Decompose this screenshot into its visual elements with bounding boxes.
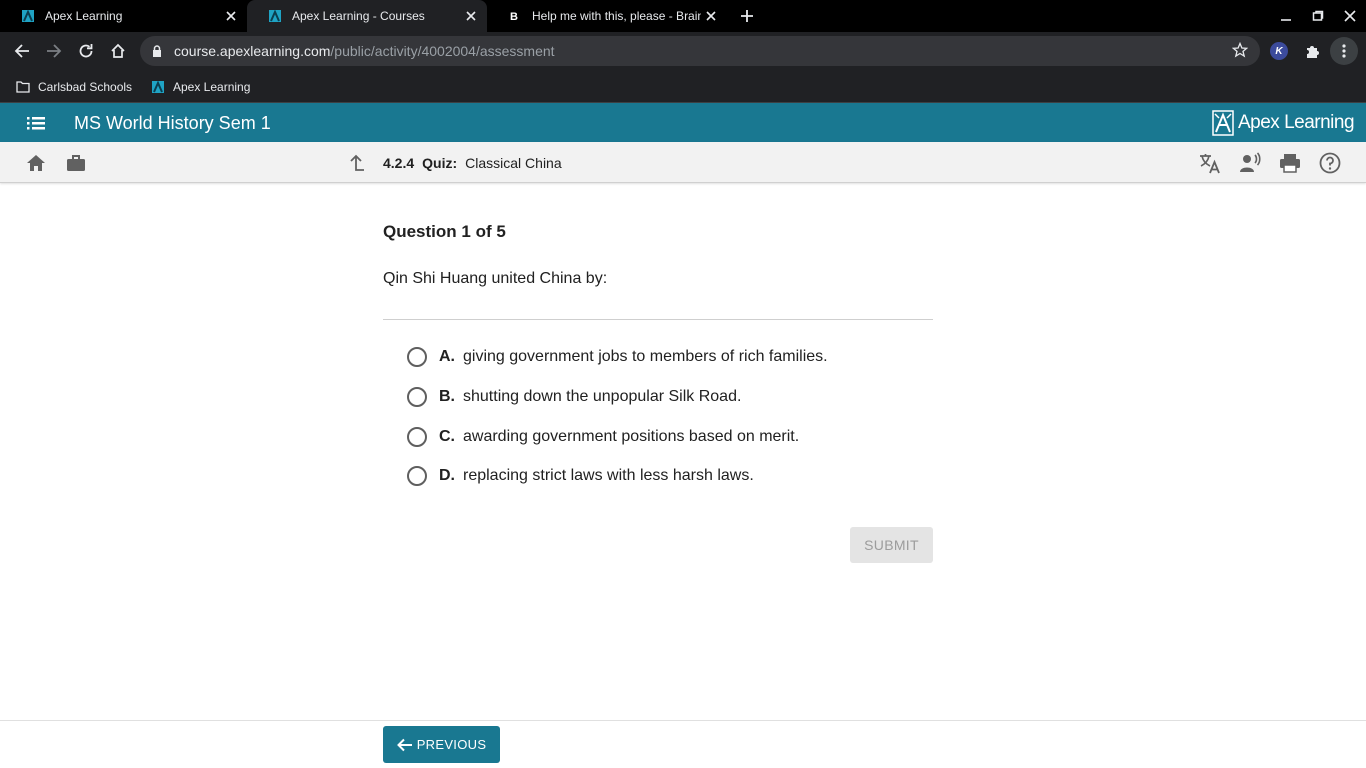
- apex-favicon-icon: [20, 8, 36, 24]
- radio-button[interactable]: [407, 466, 427, 486]
- back-arrow-icon[interactable]: [8, 37, 36, 65]
- apex-favicon-icon: [267, 8, 283, 24]
- address-bar[interactable]: course.apexlearning.com/public/activity/…: [140, 36, 1260, 66]
- tab-apex-learning[interactable]: Apex Learning: [0, 0, 247, 32]
- extensions-puzzle-icon[interactable]: [1298, 37, 1326, 65]
- radio-button[interactable]: [407, 387, 427, 407]
- briefcase-icon[interactable]: [65, 152, 87, 174]
- bookmarks-bar: Carlsbad Schools Apex Learning: [0, 70, 1366, 103]
- activity-number: 4.2.4: [383, 155, 415, 171]
- lock-icon: [152, 45, 166, 57]
- question-counter: Question 1 of 5: [383, 222, 506, 241]
- option-letter: A.: [439, 348, 455, 365]
- apex-learning-logo: Apex Learning: [1212, 110, 1355, 136]
- browser-menu-icon[interactable]: [1330, 37, 1358, 65]
- translate-icon[interactable]: [1199, 152, 1221, 174]
- new-tab-icon[interactable]: [737, 6, 757, 26]
- print-icon[interactable]: [1279, 152, 1301, 174]
- brand-name: Apex Learning: [1238, 112, 1355, 133]
- tab-close-icon[interactable]: [461, 6, 481, 26]
- answer-option-a[interactable]: A. giving government jobs to members of …: [407, 345, 828, 369]
- activity-title: Classical China: [465, 155, 562, 171]
- tab-apex-courses[interactable]: Apex Learning - Courses: [247, 0, 487, 32]
- up-arrow-icon[interactable]: [347, 152, 369, 174]
- question-text: Qin Shi Huang united China by:: [383, 270, 608, 287]
- browser-toolbar: course.apexlearning.com/public/activity/…: [0, 32, 1366, 70]
- activity-toolbar: 4.2.4 Quiz: Classical China: [0, 142, 1366, 183]
- previous-button[interactable]: PREVIOUS: [383, 726, 500, 763]
- text-to-speech-icon[interactable]: [1239, 152, 1261, 174]
- answer-option-c[interactable]: C. awarding government positions based o…: [407, 425, 799, 449]
- apex-logo-icon: [1212, 110, 1234, 136]
- help-icon[interactable]: [1319, 152, 1341, 174]
- home-icon[interactable]: [25, 152, 47, 174]
- bookmark-label: Carlsbad Schools: [38, 80, 133, 94]
- bookmark-apex-learning[interactable]: Apex Learning: [150, 77, 250, 97]
- forward-arrow-icon[interactable]: [40, 37, 68, 65]
- brainly-favicon-icon: B: [507, 8, 523, 24]
- tab-title: Apex Learning: [45, 9, 123, 23]
- activity-kind: Quiz:: [422, 155, 458, 171]
- option-letter: C.: [439, 428, 455, 445]
- option-text: awarding government positions based on m…: [463, 428, 800, 445]
- bookmark-star-icon[interactable]: [1231, 41, 1249, 61]
- tab-title: Apex Learning - Courses: [292, 9, 425, 23]
- reload-icon[interactable]: [72, 37, 100, 65]
- extension-k-icon[interactable]: K: [1270, 42, 1288, 60]
- quiz-footer: PREVIOUS: [0, 720, 1366, 768]
- submit-button[interactable]: SUBMIT: [850, 527, 933, 563]
- minimize-icon[interactable]: [1270, 0, 1302, 32]
- option-letter: D.: [439, 467, 455, 484]
- option-text: shutting down the unpopular Silk Road.: [463, 388, 742, 405]
- answer-option-b[interactable]: B. shutting down the unpopular Silk Road…: [407, 385, 741, 409]
- activity-breadcrumb: 4.2.4 Quiz: Classical China: [383, 155, 562, 171]
- bookmark-carlsbad-schools[interactable]: Carlsbad Schools: [15, 77, 132, 97]
- tab-strip: Apex Learning Apex Learning - Courses B …: [0, 0, 1366, 32]
- radio-button[interactable]: [407, 427, 427, 447]
- radio-button[interactable]: [407, 347, 427, 367]
- divider: [383, 319, 933, 320]
- answer-option-d[interactable]: D. replacing strict laws with less harsh…: [407, 464, 754, 488]
- option-text: replacing strict laws with less harsh la…: [463, 467, 754, 484]
- list-menu-icon[interactable]: [24, 112, 48, 134]
- tab-close-icon[interactable]: [701, 6, 721, 26]
- course-header: MS World History Sem 1 Apex Learning: [0, 103, 1366, 142]
- tab-brainly[interactable]: B Help me with this, please - Brainly: [487, 0, 727, 32]
- bookmark-label: Apex Learning: [173, 80, 251, 94]
- tab-close-icon[interactable]: [221, 6, 241, 26]
- svg-text:B: B: [510, 11, 518, 22]
- question-panel: Question 1 of 5 Qin Shi Huang united Chi…: [383, 222, 933, 563]
- tab-title: Help me with this, please - Brainly: [532, 9, 701, 23]
- apex-favicon-icon: [150, 79, 166, 95]
- left-arrow-icon: [396, 738, 413, 752]
- home-icon[interactable]: [104, 37, 132, 65]
- previous-label: PREVIOUS: [416, 737, 487, 752]
- option-letter: B.: [439, 388, 455, 405]
- url-path: /public/activity/4002004/assessment: [330, 43, 555, 59]
- folder-icon: [15, 79, 31, 95]
- course-title: MS World History Sem 1: [74, 113, 271, 133]
- option-text: giving government jobs to members of ric…: [463, 348, 828, 365]
- close-window-icon[interactable]: [1334, 0, 1366, 32]
- url-host: course.apexlearning.com: [174, 43, 331, 59]
- restore-icon[interactable]: [1302, 0, 1334, 32]
